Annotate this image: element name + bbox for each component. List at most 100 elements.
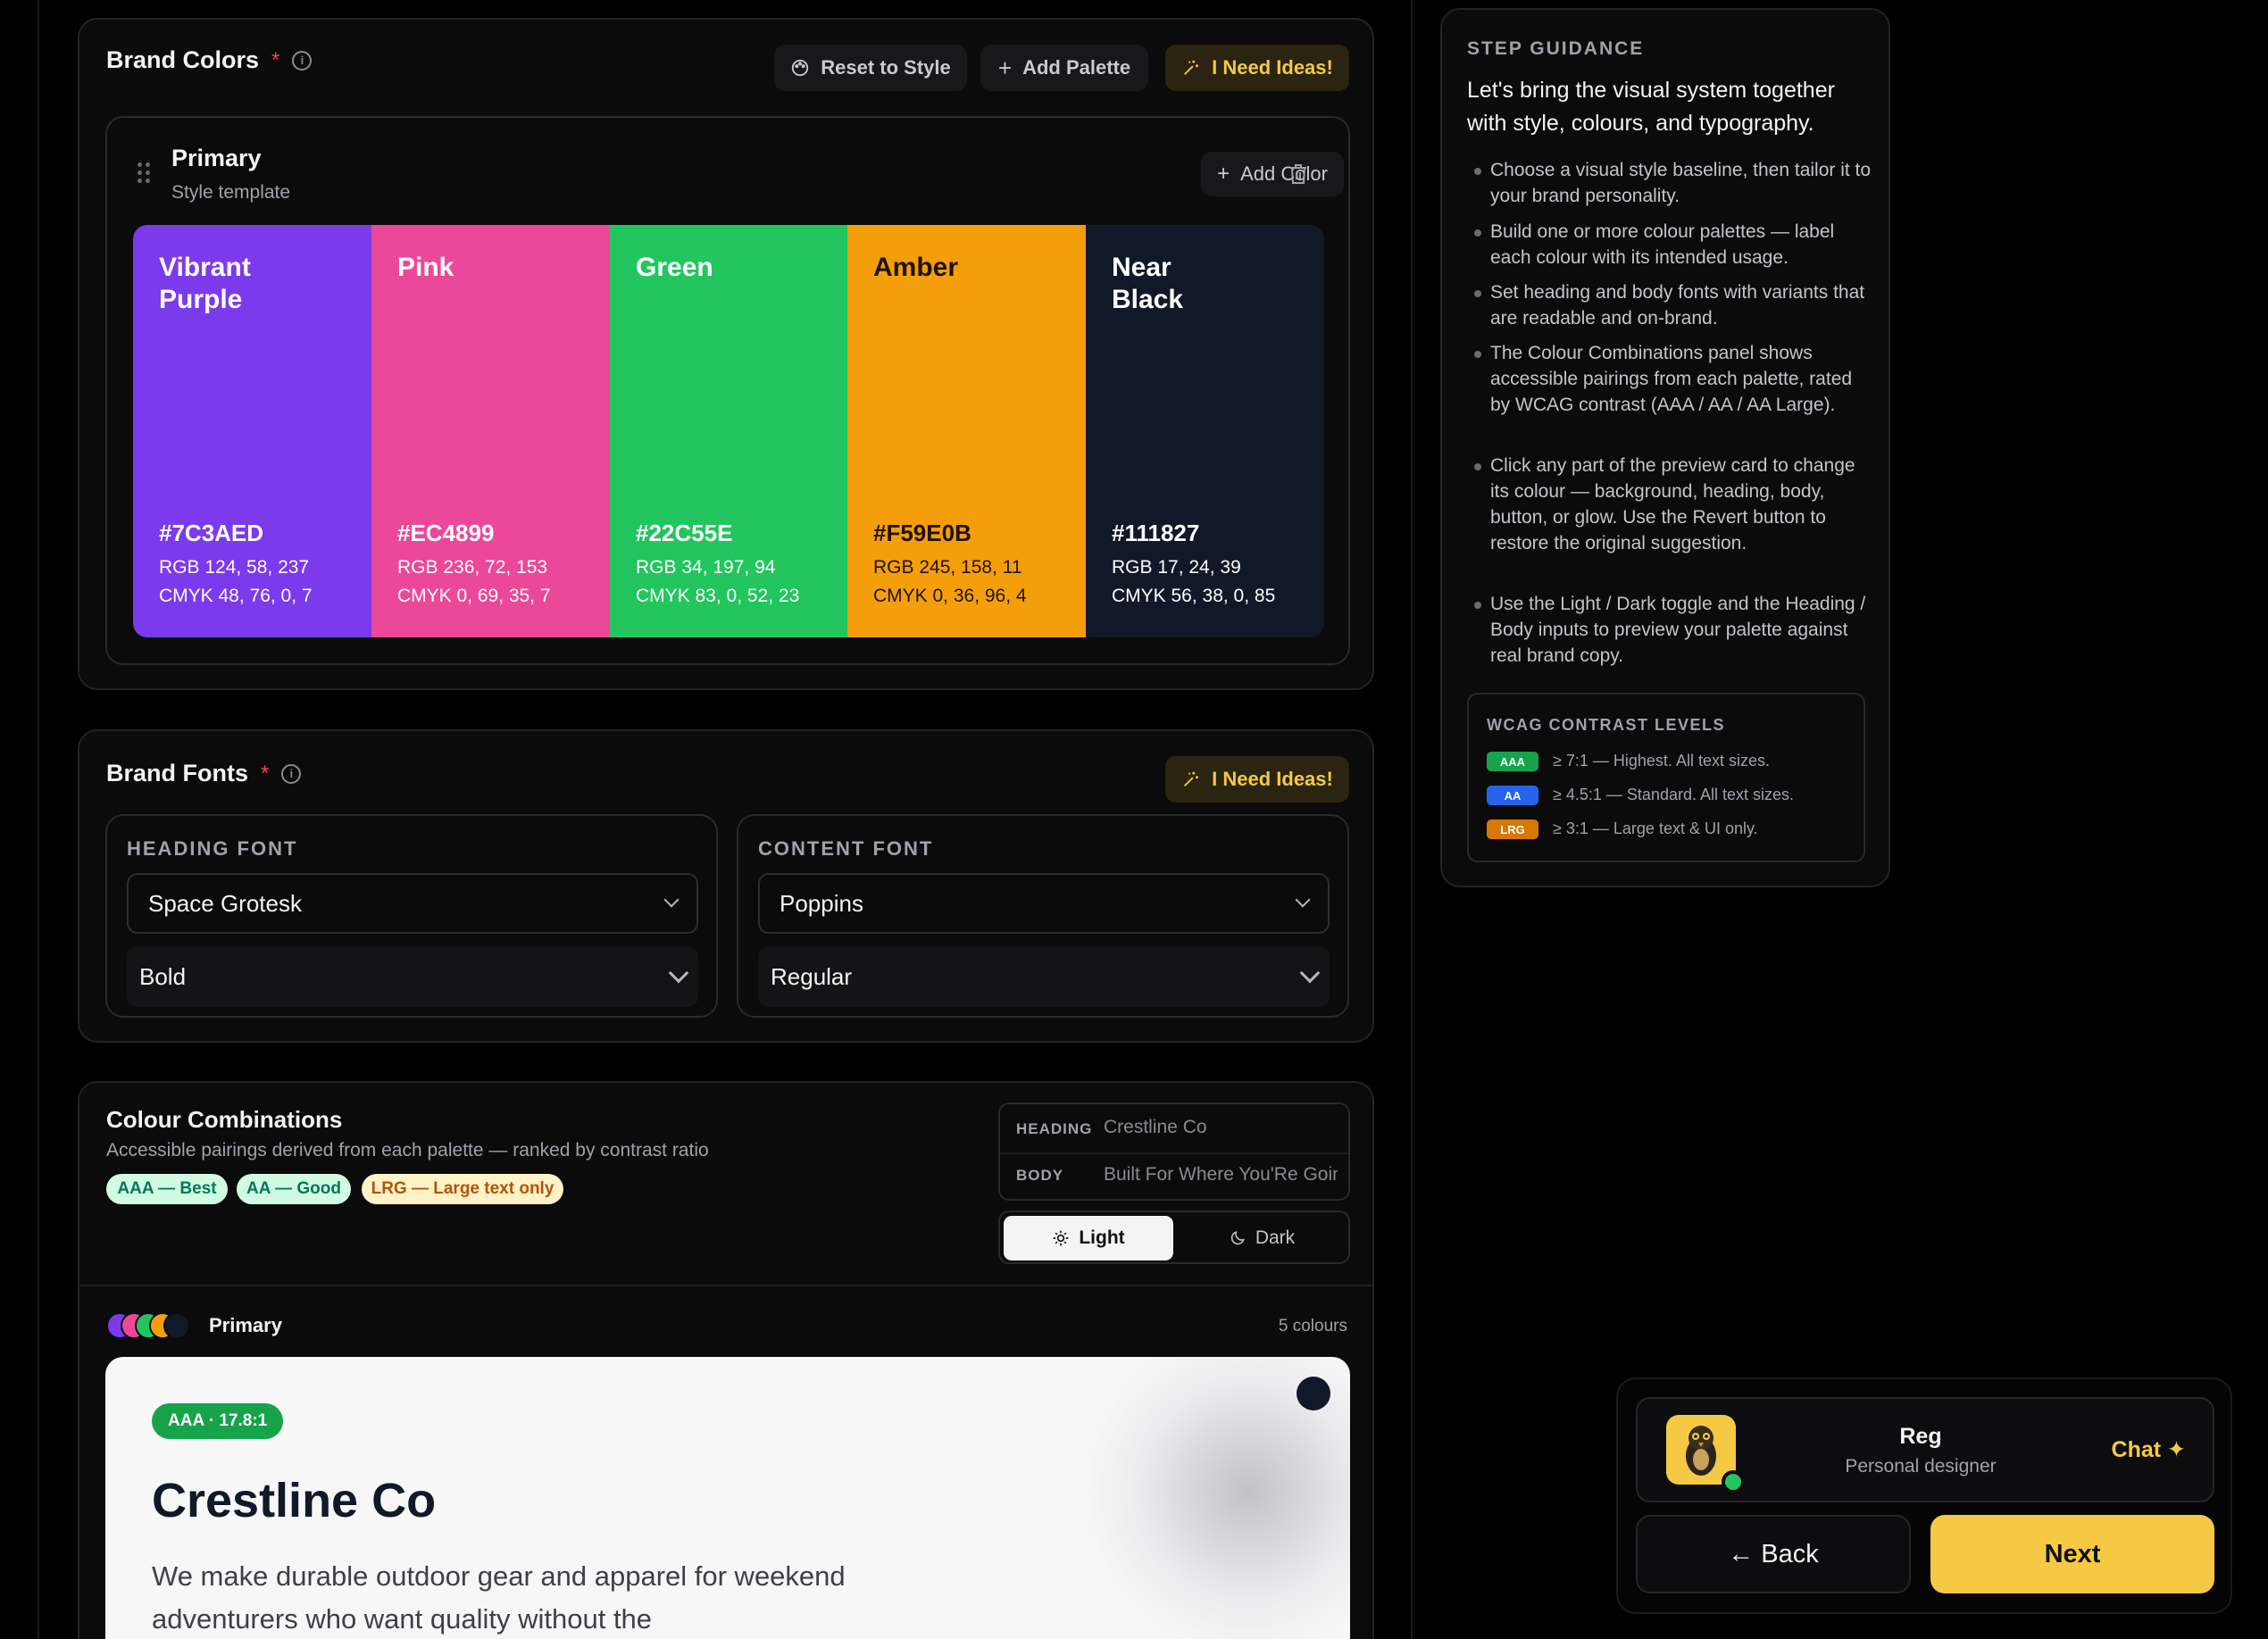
swatch-rgb: RGB 236, 72, 153 <box>397 557 548 578</box>
chevron-down-icon <box>1299 962 1321 984</box>
swatch-pink[interactable]: Pink #EC4899 RGB 236, 72, 153 CMYK 0, 69… <box>371 225 610 637</box>
drag-handle-icon[interactable] <box>138 162 150 184</box>
brand-colors-title: Brand Colors <box>106 46 260 73</box>
back-label: ← Back <box>1728 1539 1819 1568</box>
pill-lrg: LRG — Large text only <box>362 1174 563 1204</box>
chevron-down-icon <box>663 892 680 908</box>
brand-fonts-card: Brand Fonts * i I Need Ideas! HEADING FO… <box>78 729 1374 1043</box>
swatch-rgb: RGB 34, 197, 94 <box>636 557 776 578</box>
colour-combinations-card: Colour Combinations Accessible pairings … <box>78 1081 1374 1639</box>
swatch-hex: #111827 <box>1112 520 1200 546</box>
brand-fonts-header: Brand Fonts * i <box>106 760 302 787</box>
swatch-name: Amber <box>873 253 959 282</box>
required-mark: * <box>261 761 270 786</box>
trash-icon[interactable] <box>1288 162 1309 186</box>
preview-contrast-badge: AAA · 17.8:1 <box>152 1403 284 1439</box>
heading-input-label: HEADING <box>1016 1120 1093 1137</box>
assistant-widget: Reg Personal designer Chat ✦ ← Back Next <box>1616 1377 2232 1614</box>
heading-input[interactable]: Crestline Co <box>1104 1117 1207 1138</box>
pill-aaa: AAA — Best <box>106 1174 228 1204</box>
swatch-amber[interactable]: Amber #F59E0B RGB 245, 158, 11 CMYK 0, 3… <box>847 225 1086 637</box>
content-font-weight-select[interactable]: Regular <box>758 946 1330 1007</box>
info-icon[interactable]: i <box>292 50 313 71</box>
guidance-item: Click any part of the preview card to ch… <box>1474 453 1874 556</box>
plus-icon: + <box>997 54 1013 81</box>
preview-card[interactable]: AAA · 17.8:1 Crestline Co We make durabl… <box>105 1357 1350 1639</box>
chevron-down-icon <box>668 962 689 984</box>
brand-colors-header: Brand Colors * i <box>106 46 313 74</box>
preview-body[interactable]: We make durable outdoor gear and apparel… <box>152 1555 848 1639</box>
dark-toggle-label: Dark <box>1255 1227 1296 1248</box>
swatch-name: Vibrant Purple <box>159 253 251 314</box>
wcag-text-aa: ≥ 4.5:1 — Standard. All text sizes. <box>1553 786 1795 803</box>
brand-fonts-ideas-button[interactable]: I Need Ideas! <box>1165 756 1349 803</box>
chevron-down-icon <box>1295 892 1311 908</box>
brand-colors-ideas-button[interactable]: I Need Ideas! <box>1165 45 1349 91</box>
swatch-rgb: RGB 245, 158, 11 <box>873 557 1022 578</box>
swatch-near-black[interactable]: Near Black #111827 RGB 17, 24, 39 CMYK 5… <box>1086 225 1324 637</box>
swatch-green[interactable]: Green #22C55E RGB 34, 197, 94 CMYK 83, 0… <box>610 225 847 637</box>
next-label: Next <box>2044 1539 2101 1568</box>
heading-font-weight-select[interactable]: Bold <box>127 946 698 1007</box>
guidance-item: Set heading and body fonts with variants… <box>1474 279 1874 331</box>
body-input[interactable]: Built For Where You'Re Going <box>1104 1164 1338 1186</box>
light-toggle-button[interactable]: Light <box>1004 1216 1173 1260</box>
guidance-item: Build one or more colour palettes — labe… <box>1474 219 1874 270</box>
wcag-badge-aaa: AAA <box>1487 752 1538 771</box>
heading-font-weight-value: Bold <box>139 962 187 990</box>
wcag-text-aaa: ≥ 7:1 — Highest. All text sizes. <box>1553 752 1770 770</box>
heading-font-family-value: Space Grotesk <box>148 889 302 917</box>
left-gutter-line <box>38 0 39 1639</box>
preview-copy-inputs: HEADING Crestline Co BODY Built For Wher… <box>998 1102 1350 1201</box>
wcag-badge-lrg: LRG <box>1487 820 1538 839</box>
swatch-cmyk: CMYK 48, 76, 0, 7 <box>159 586 313 606</box>
chat-button[interactable]: Chat ✦ <box>2112 1436 2186 1463</box>
combinations-title: Colour Combinations <box>106 1106 343 1133</box>
combination-palette-name: Primary <box>209 1314 282 1336</box>
next-button[interactable]: Next <box>1930 1515 2214 1593</box>
guidance-item: Use the Light / Dark toggle and the Head… <box>1474 591 1874 669</box>
swatch-hex: #22C55E <box>636 520 733 546</box>
content-font-panel: CONTENT FONT Poppins Regular <box>737 814 1349 1018</box>
palette-subtitle: Style template <box>171 182 291 203</box>
swatch-vibrant-purple[interactable]: Vibrant Purple #7C3AED RGB 124, 58, 237 … <box>133 225 371 637</box>
content-font-family-select[interactable]: Poppins <box>758 873 1330 934</box>
swatch-cmyk: CMYK 83, 0, 52, 23 <box>636 586 800 606</box>
palette-name[interactable]: Primary <box>171 145 262 172</box>
preview-heading[interactable]: Crestline Co <box>152 1473 436 1528</box>
wcag-badge-aa: AA <box>1487 786 1538 805</box>
swatch-cmyk: CMYK 0, 36, 96, 4 <box>873 586 1027 606</box>
swatch-rgb: RGB 124, 58, 237 <box>159 557 310 578</box>
wcag-text-lrg: ≥ 3:1 — Large text & UI only. <box>1553 820 1758 837</box>
pill-aa: AA — Good <box>237 1174 351 1204</box>
add-color-button[interactable]: + Add Color <box>1201 152 1344 196</box>
palette-dots <box>106 1312 204 1339</box>
back-button[interactable]: ← Back <box>1636 1515 1911 1593</box>
heading-font-label: HEADING FONT <box>127 837 298 860</box>
heading-font-family-select[interactable]: Space Grotesk <box>127 873 698 934</box>
guidance-item: The Colour Combinations panel shows acce… <box>1474 340 1874 418</box>
moon-icon <box>1230 1231 1245 1245</box>
brand-colors-card: Brand Colors * i Reset to Style + Add Pa… <box>78 18 1374 690</box>
content-font-label: CONTENT FONT <box>758 837 934 860</box>
brand-colors-ideas-label: I Need Ideas! <box>1212 56 1333 79</box>
info-icon[interactable]: i <box>281 763 302 784</box>
swatch-hex: #F59E0B <box>873 520 971 546</box>
add-palette-label: Add Palette <box>1022 56 1131 79</box>
combination-palette-count: 5 colours <box>1278 1317 1347 1335</box>
reset-to-style-button[interactable]: Reset to Style <box>774 45 967 91</box>
swatch-name: Green <box>636 253 713 282</box>
swatch-hex: #EC4899 <box>397 520 495 546</box>
light-toggle-label: Light <box>1079 1227 1125 1248</box>
wcag-levels-box: WCAG CONTRAST LEVELS AAA ≥ 7:1 — Highest… <box>1467 693 1865 862</box>
add-palette-button[interactable]: + Add Palette <box>980 45 1148 91</box>
preview-dot[interactable] <box>1297 1377 1330 1410</box>
reset-to-style-label: Reset to Style <box>821 56 951 79</box>
swatch-hex: #7C3AED <box>159 520 264 546</box>
content-font-weight-value: Regular <box>771 962 853 990</box>
theme-toggle: Light Dark <box>998 1211 1350 1264</box>
palette-primary: Primary Style template + Add Color Vibra… <box>105 116 1350 665</box>
swatch-cmyk: CMYK 0, 69, 35, 7 <box>397 586 551 606</box>
dark-toggle-button[interactable]: Dark <box>1177 1216 1347 1260</box>
wcag-levels-label: WCAG CONTRAST LEVELS <box>1487 716 1725 734</box>
